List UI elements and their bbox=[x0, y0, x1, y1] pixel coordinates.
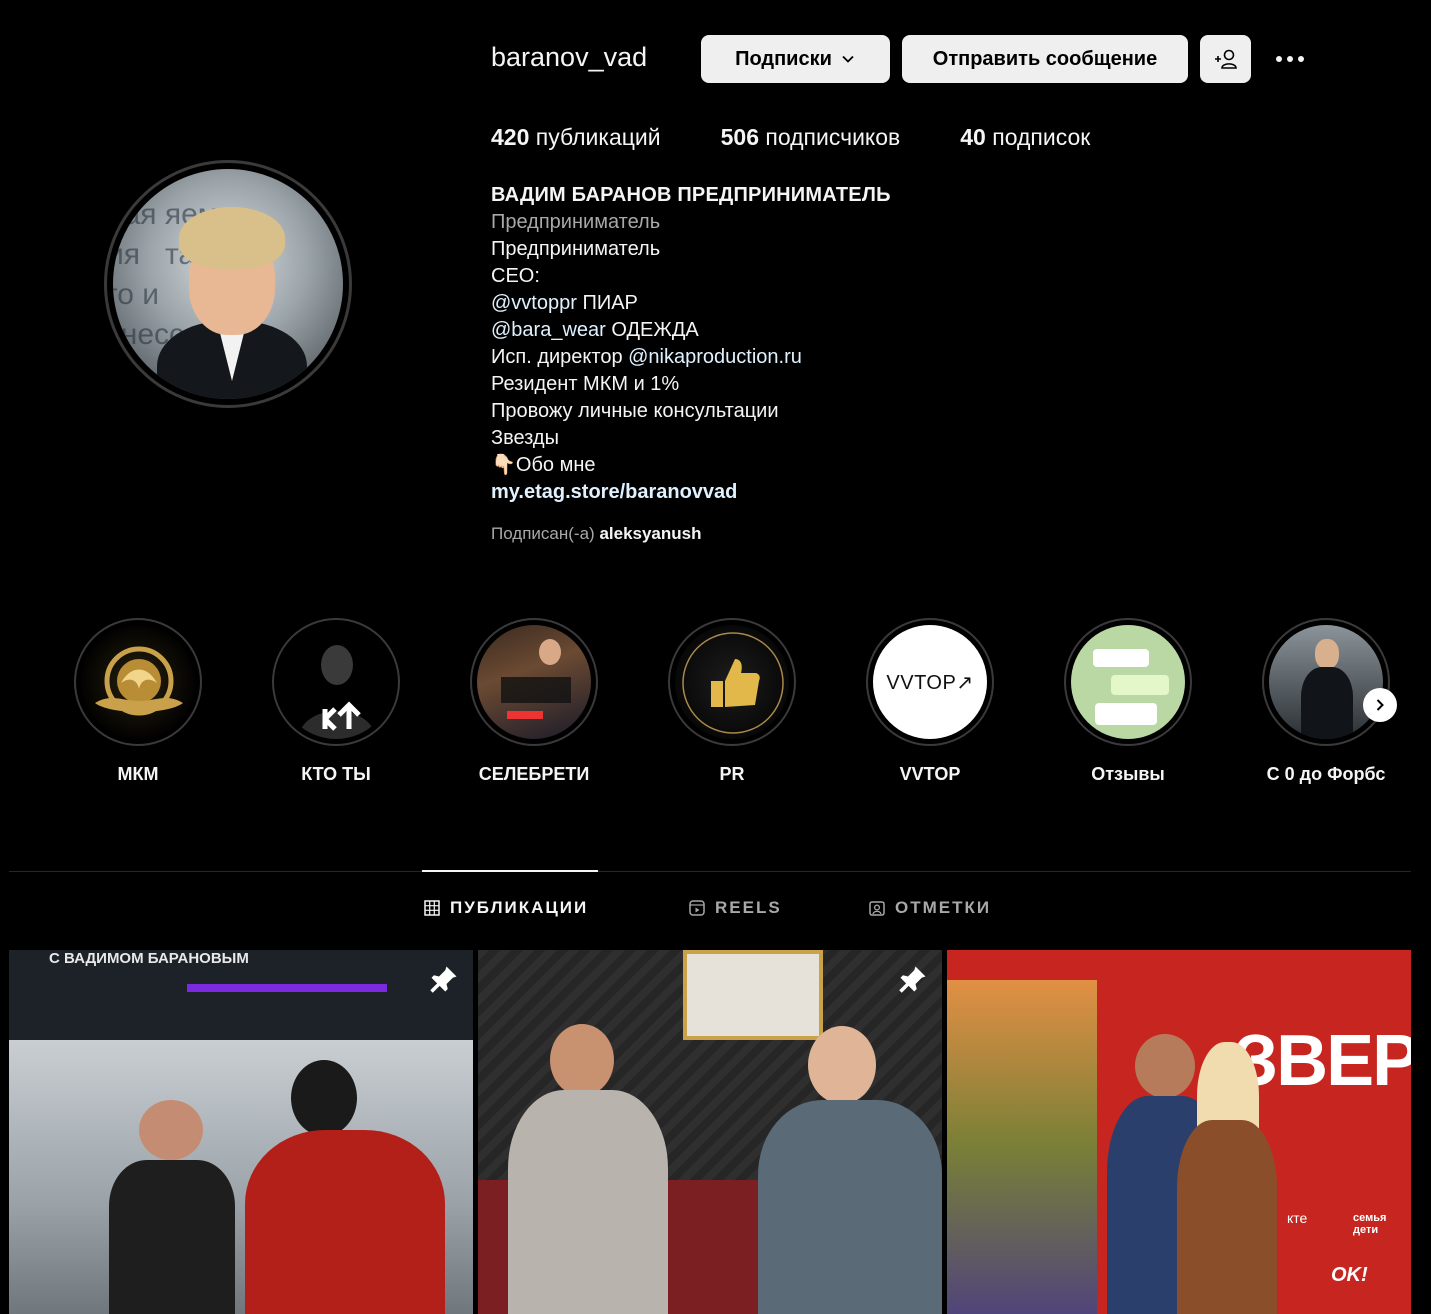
highlight-cover bbox=[477, 625, 591, 739]
followers-count[interactable]: 506 подписчиков bbox=[721, 124, 901, 151]
active-tab-indicator bbox=[422, 870, 598, 872]
add-user-button[interactable] bbox=[1200, 35, 1251, 83]
bio-line: 👇🏻Обо мне bbox=[491, 454, 596, 476]
tab-posts[interactable]: ПУБЛИКАЦИИ bbox=[424, 898, 588, 918]
reels-icon bbox=[689, 900, 705, 916]
profile-stats: 420 публикаций 506 подписчиков 40 подпис… bbox=[491, 124, 1150, 151]
bio-line: Звезды bbox=[491, 427, 559, 449]
tagged-icon bbox=[869, 901, 885, 916]
bio-line: Провожу личные консультации bbox=[491, 400, 779, 422]
highlight-celebrity[interactable]: СЕЛЕБРЕТИ bbox=[464, 618, 604, 785]
bio-line: Предприниматель bbox=[491, 238, 661, 260]
profile-category: Предприниматель bbox=[491, 211, 661, 233]
send-message-button[interactable]: Отправить сообщение bbox=[902, 35, 1188, 83]
tab-label: ОТМЕТКИ bbox=[895, 898, 992, 917]
bio-line: Исп. директор @nikaproduction.ru bbox=[491, 346, 802, 368]
post-badge: семья дети bbox=[1353, 1212, 1387, 1236]
chevron-right-icon bbox=[1376, 699, 1384, 711]
highlight-pr[interactable]: PR bbox=[662, 618, 802, 785]
tab-label: ПУБЛИКАЦИИ bbox=[450, 898, 589, 917]
bio-line: Резидент МКМ и 1% bbox=[491, 373, 680, 395]
profile-avatar[interactable]: ная яемо ия тавит го и него знесс bbox=[104, 160, 352, 408]
tab-reels[interactable]: REELS bbox=[689, 898, 782, 918]
mention-link[interactable]: @bara_wear bbox=[491, 319, 606, 341]
chevron-down-icon bbox=[842, 55, 854, 63]
highlight-cover bbox=[81, 625, 195, 739]
mention-link[interactable]: @nikaproduction.ru bbox=[628, 346, 802, 368]
highlight-reviews[interactable]: Отзывы bbox=[1058, 618, 1198, 785]
bio-external-link[interactable]: my.etag.store/baranovvad bbox=[491, 479, 891, 506]
post-badge: OK! bbox=[1331, 1264, 1368, 1286]
profile-bio: ВАДИМ БАРАНОВ ПРЕДПРИНИМАТЕЛЬ Предприним… bbox=[491, 182, 891, 506]
highlight-cover: VVTOP↗ bbox=[873, 625, 987, 739]
highlight-label: МКМ bbox=[117, 764, 159, 784]
more-options-icon[interactable] bbox=[1276, 56, 1304, 62]
full-name: ВАДИМ БАРАНОВ ПРЕДПРИНИМАТЕЛЬ bbox=[491, 184, 891, 206]
highlight-mkm[interactable]: МКМ bbox=[68, 618, 208, 785]
tab-label: REELS bbox=[715, 898, 782, 917]
subscriptions-button[interactable]: Подписки bbox=[701, 35, 890, 83]
highlight-cover bbox=[675, 625, 789, 739]
highlight-label: С 0 до Форбс bbox=[1266, 764, 1386, 784]
highlights-next-button[interactable] bbox=[1363, 688, 1397, 722]
add-user-icon bbox=[1214, 49, 1237, 69]
bio-line: CEO: bbox=[491, 265, 540, 287]
followed-by-user: aleksyanush bbox=[599, 524, 702, 543]
highlight-cover bbox=[279, 625, 393, 739]
thumbs-up-icon bbox=[682, 632, 784, 734]
bio-line: @vvtoppr ПИАР bbox=[491, 292, 638, 314]
tabs-divider bbox=[9, 871, 1411, 872]
post-thumbnail[interactable]: ЗВЕР кте семья дети OK! bbox=[947, 950, 1411, 1314]
grid-icon bbox=[424, 900, 440, 916]
following-count[interactable]: 40 подписок bbox=[960, 124, 1090, 151]
posts-count[interactable]: 420 публикаций bbox=[491, 124, 661, 151]
vvtop-logo: VVTOP↗ bbox=[886, 671, 974, 694]
tab-tagged[interactable]: ОТМЕТКИ bbox=[869, 898, 991, 918]
avatar-photo: ная яемо ия тавит го и него знесс bbox=[113, 169, 343, 399]
silhouette-icon bbox=[297, 645, 377, 739]
post-overlay-text: ЗВЕР bbox=[1233, 1021, 1411, 1101]
pin-icon bbox=[899, 966, 926, 993]
pin-icon bbox=[430, 966, 457, 993]
avatar-hair bbox=[179, 207, 285, 269]
post-thumbnail[interactable] bbox=[478, 950, 942, 1314]
highlight-label: КТО ТЫ bbox=[301, 764, 371, 784]
highlight-label: PR bbox=[719, 764, 745, 784]
post-thumbnail[interactable]: С ВАДИМОМ БАРАНОВЫМ bbox=[9, 950, 473, 1314]
highlight-label: VVTOP bbox=[899, 764, 961, 784]
highlight-cover bbox=[1269, 625, 1383, 739]
highlight-cover bbox=[1071, 625, 1185, 739]
profile-page: { "profile": { "username": "baranov_vad"… bbox=[0, 0, 1431, 1314]
username: baranov_vad bbox=[491, 42, 648, 72]
post-badge: кте bbox=[1287, 1210, 1308, 1226]
highlight-vvtop[interactable]: VVTOP↗ VVTOP bbox=[860, 618, 1000, 785]
subscriptions-label: Подписки bbox=[735, 47, 832, 70]
highlight-label: СЕЛЕБРЕТИ bbox=[478, 764, 590, 784]
highlight-kto-ty[interactable]: КТО ТЫ bbox=[266, 618, 406, 785]
mention-link[interactable]: @vvtoppr bbox=[491, 292, 577, 314]
followed-by[interactable]: Подписан(-а) aleksyanush bbox=[491, 524, 702, 544]
post-overlay-text: С ВАДИМОМ БАРАНОВЫМ bbox=[49, 950, 249, 967]
highlight-label: Отзывы bbox=[1091, 764, 1165, 784]
eagle-emblem-icon bbox=[95, 646, 183, 716]
send-message-label: Отправить сообщение bbox=[932, 47, 1158, 70]
bio-line: @bara_wear ОДЕЖДА bbox=[491, 319, 699, 341]
